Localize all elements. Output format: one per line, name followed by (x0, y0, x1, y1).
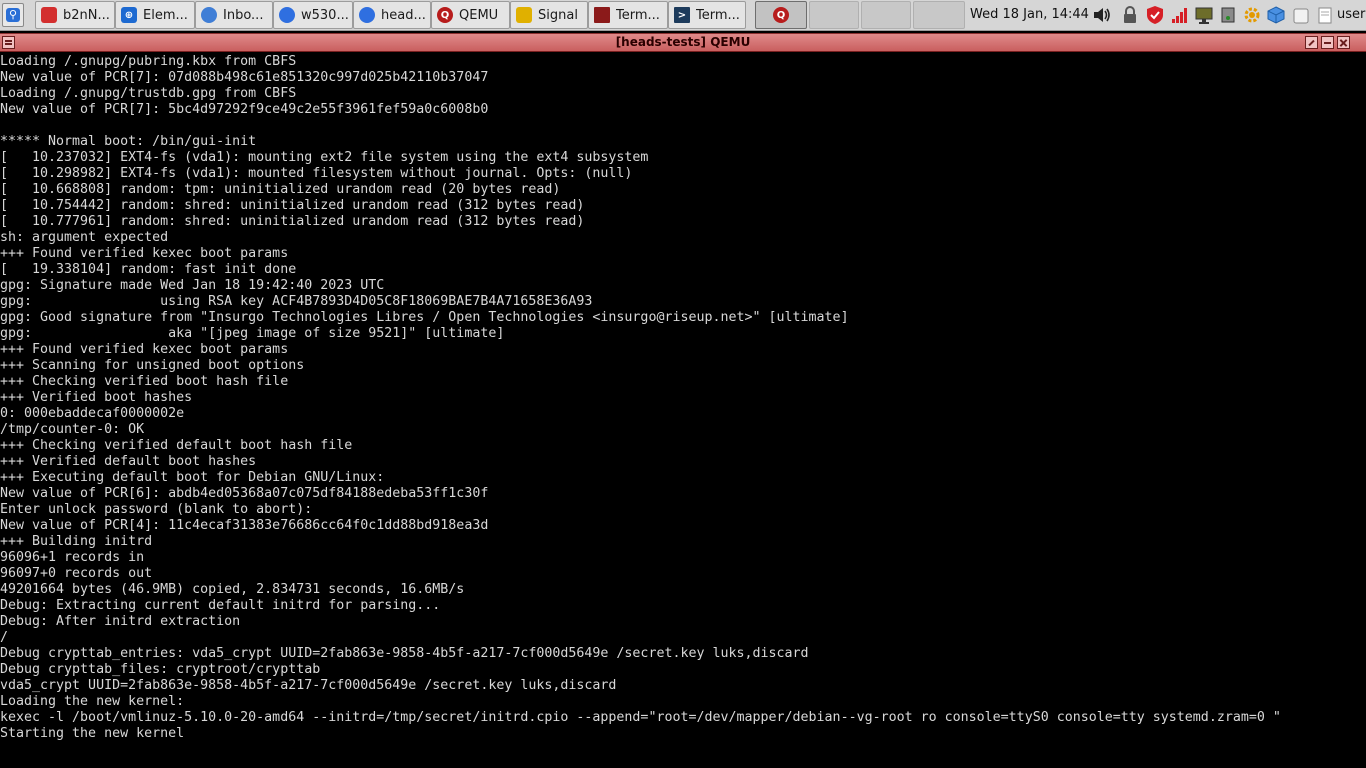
task-button-terminal-2[interactable]: > Term... (668, 1, 746, 29)
app-launcher-button[interactable]: ⚲ (2, 3, 24, 27)
console-line: +++ Verified default boot hashes (0, 454, 257, 469)
clipboard-icon[interactable] (1291, 5, 1311, 25)
document-icon[interactable] (1315, 5, 1335, 25)
console-line: gpg: Signature made Wed Jan 18 19:42:40 … (0, 278, 385, 293)
maximize-button[interactable] (1305, 36, 1318, 49)
console-line: [ 10.237032] EXT4-fs (vda1): mounting ex… (0, 150, 649, 165)
console-line: +++ Found verified kexec boot params (0, 342, 289, 357)
window-titlebar[interactable]: [heads-tests] QEMU (0, 33, 1366, 52)
console-line: New value of PCR[6]: abdb4ed05368a07c075… (0, 486, 489, 501)
console-line: /tmp/counter-0: OK (0, 422, 145, 437)
element-icon: ⊕ (121, 7, 137, 23)
console-line: gpg: using RSA key ACF4B7893D4D05C8F1806… (0, 294, 593, 309)
task-button-b2nn[interactable]: b2nN... (35, 1, 115, 29)
console-line: vda5_crypt UUID=2fab863e-9858-4b5f-a217-… (0, 678, 617, 693)
console-line: +++ Scanning for unsigned boot options (0, 358, 305, 373)
window-title: [heads-tests] QEMU (615, 35, 751, 49)
console-line: Loading the new kernel: (0, 694, 185, 709)
task-label: head... (381, 7, 426, 23)
qemu-icon: Q (773, 7, 789, 23)
console-line: 96097+0 records out (0, 566, 153, 581)
volume-icon[interactable] (1092, 5, 1112, 25)
console-line: Debug: Extracting current default initrd… (0, 598, 441, 613)
task-button-empty[interactable] (861, 1, 911, 29)
user-label[interactable]: user (1337, 7, 1365, 22)
terminal-red-icon (594, 7, 610, 23)
console-line: Debug crypttab_entries: vda5_crypt UUID=… (0, 646, 809, 661)
task-button-qemu[interactable]: Q QEMU (431, 1, 510, 29)
qemu-console[interactable]: Loading /.gnupg/pubring.kbx from CBFS New… (0, 54, 1366, 768)
console-line: ***** Normal boot: /bin/gui-init (0, 134, 257, 149)
console-line: Debug: After initrd extraction (0, 614, 241, 629)
console-line: Debug crypttab_files: cryptroot/crypttab (0, 662, 321, 677)
console-line: / (0, 630, 9, 645)
taskbar: ⚲ b2nN... ⊕ Elem... Inbo... w530... head… (0, 0, 1366, 31)
terminal-icon: > (674, 7, 690, 23)
task-button-signal[interactable]: Signal (510, 1, 588, 29)
console-line: +++ Found verified kexec boot params (0, 246, 289, 261)
console-line: kexec -l /boot/vmlinuz-5.10.0-20-amd64 -… (0, 710, 1281, 725)
console-output: Loading /.gnupg/pubring.kbx from CBFS New… (0, 54, 1281, 742)
console-line: [ 10.777961] random: shred: uninitialize… (0, 214, 585, 229)
shield-icon[interactable] (1145, 5, 1165, 25)
clock[interactable]: Wed 18 Jan, 14:44 (970, 7, 1089, 22)
task-button-qemu-active[interactable]: Q (755, 1, 807, 29)
search-icon: ⚲ (6, 8, 20, 22)
console-line: +++ Checking verified boot hash file (0, 374, 289, 389)
console-line: [ 10.298982] EXT4-fs (vda1): mounted fil… (0, 166, 633, 181)
network-signal-icon[interactable] (1170, 5, 1190, 25)
red-square-icon (41, 7, 57, 23)
task-button-empty[interactable] (809, 1, 859, 29)
console-line: +++ Checking verified default boot hash … (0, 438, 353, 453)
task-button-element[interactable]: ⊕ Elem... (115, 1, 195, 29)
task-button-inbox[interactable]: Inbo... (195, 1, 273, 29)
console-line: gpg: Good signature from "Insurgo Techno… (0, 310, 849, 325)
signal-icon (516, 7, 532, 23)
task-label: Signal (538, 7, 578, 23)
console-line: Loading /.gnupg/pubring.kbx from CBFS (0, 54, 297, 69)
console-line: gpg: aka "[jpeg image of size 9521]" [ul… (0, 326, 505, 341)
task-label: Inbo... (223, 7, 264, 23)
qemu-icon: Q (437, 7, 453, 23)
console-line: New value of PCR[4]: 11c4ecaf31383e76686… (0, 518, 489, 533)
console-line: Enter unlock password (blank to abort): (0, 502, 313, 517)
lock-icon[interactable] (1120, 5, 1140, 25)
console-line: [ 10.668808] random: tpm: uninitialized … (0, 182, 561, 197)
drive-icon[interactable] (1218, 5, 1238, 25)
console-line: Starting the new kernel (0, 726, 185, 741)
console-line: New value of PCR[7]: 5bc4d97292f9ce49c2e… (0, 102, 489, 117)
console-line: 49201664 bytes (46.9MB) copied, 2.834731… (0, 582, 465, 597)
console-line: New value of PCR[7]: 07d088b498c61e85132… (0, 70, 489, 85)
console-line: +++ Verified boot hashes (0, 390, 193, 405)
firefox-icon (359, 7, 375, 23)
task-button-empty[interactable] (913, 1, 965, 29)
console-line: 96096+1 records in (0, 550, 145, 565)
console-line: 0: 000ebaddecaf0000002e (0, 406, 185, 421)
console-line: sh: argument expected (0, 230, 169, 245)
minimize-button[interactable] (1321, 36, 1334, 49)
thunderbird-icon (201, 7, 217, 23)
task-label: QEMU (459, 7, 499, 23)
firefox-icon (279, 7, 295, 23)
task-label: b2nN... (63, 7, 110, 23)
cube-icon[interactable] (1266, 5, 1286, 25)
console-line: +++ Executing default boot for Debian GN… (0, 470, 385, 485)
close-button[interactable] (1337, 36, 1350, 49)
task-label: w530... (301, 7, 349, 23)
console-line: +++ Building initrd (0, 534, 153, 549)
task-label: Elem... (143, 7, 188, 23)
console-line: [ 10.754442] random: shred: uninitialize… (0, 198, 585, 213)
task-button-heads[interactable]: head... (353, 1, 431, 29)
task-label: Term... (696, 7, 740, 23)
monitor-icon[interactable] (1194, 5, 1214, 25)
task-button-w530[interactable]: w530... (273, 1, 353, 29)
task-label: Term... (616, 7, 660, 23)
console-line: [ 19.338104] random: fast init done (0, 262, 297, 277)
console-line: Loading /.gnupg/trustdb.gpg from CBFS (0, 86, 297, 101)
task-button-terminal-1[interactable]: Term... (588, 1, 668, 29)
settings-icon[interactable] (1242, 5, 1262, 25)
